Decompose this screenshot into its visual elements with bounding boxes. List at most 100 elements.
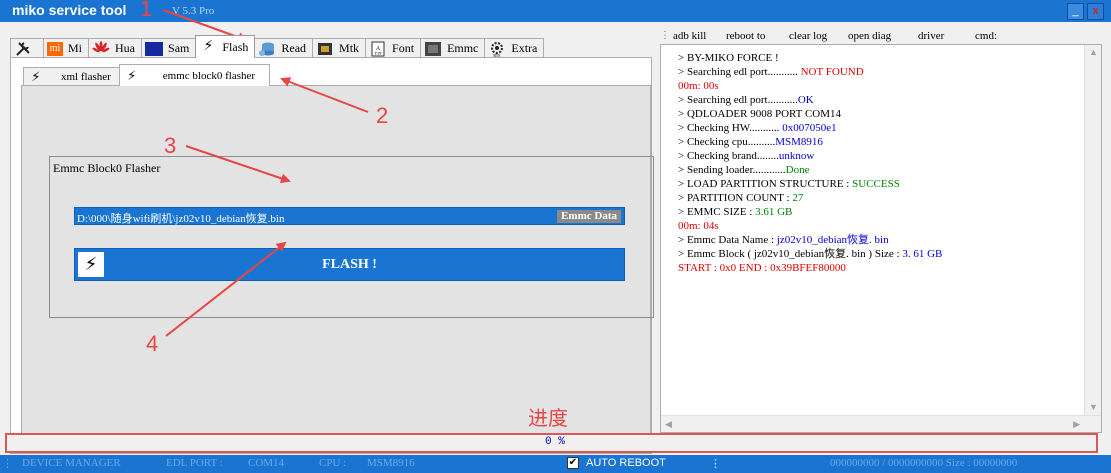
app-title: miko service tool xyxy=(12,2,127,18)
lightning-icon: ⚡︎ xyxy=(127,67,137,83)
transfer-size-text: 000000000 / 0000000000 Size : 00000000 xyxy=(830,457,1018,469)
log-line: > Searching edl port...........OK xyxy=(678,93,1078,107)
tab-extra[interactable]: RTE Extra xyxy=(484,38,545,58)
annotation-number-4: 4 xyxy=(146,331,159,356)
cmd-button[interactable]: cmd: xyxy=(975,30,997,42)
log-segment: > PARTITION COUNT : xyxy=(678,192,793,204)
lightning-icon: ⚡︎ xyxy=(203,39,214,54)
log-line: > LOAD PARTITION STRUCTURE : SUCCESS xyxy=(678,177,1078,191)
vertical-scrollbar[interactable]: ▲ ▼ xyxy=(1084,45,1101,432)
lightning-icon: ⚡︎ xyxy=(31,69,41,84)
title-bar: miko service tool V 5.3 Pro _ x xyxy=(0,0,1111,22)
tab-label: Extra xyxy=(511,41,538,55)
tab-label: Sam xyxy=(168,41,190,55)
app-version: V 5.3 Pro xyxy=(172,5,215,17)
emmc-block0-panel: Emmc Block0 Flasher D:\000\随身wifi刷机\jz02… xyxy=(21,85,654,452)
device-manager-link[interactable]: DEVICE MANAGER xyxy=(22,457,121,469)
flash-tab-panel: ⚡︎ xml flasher ⚡︎ emmc block0 flasher Em… xyxy=(10,57,654,454)
log-segment: 0x007050e1 xyxy=(782,122,837,134)
tab-label: Mtk xyxy=(339,41,360,55)
status-bar: ⋮ DEVICE MANAGER EDL PORT : COM14 CPU : … xyxy=(0,455,1111,473)
auto-reboot-checkbox[interactable]: ✔ xyxy=(567,457,579,469)
scroll-down-icon[interactable]: ▼ xyxy=(1089,403,1098,412)
log-segment: 3.61 GB xyxy=(755,206,793,218)
horizontal-scrollbar[interactable]: ◀ ▶ xyxy=(661,415,1101,432)
log-segment: Done xyxy=(785,164,810,176)
log-segment: SUCCESS xyxy=(852,178,900,190)
log-line: 00m: 00s xyxy=(678,79,1078,93)
log-segment: MSM8916 xyxy=(775,136,823,148)
open-diag-button[interactable]: open diag xyxy=(848,30,891,42)
gear-rte-icon: RTE xyxy=(488,41,506,58)
tab-tools[interactable] xyxy=(10,38,44,58)
log-segment: > Sending loader............ xyxy=(678,164,786,176)
log-line: > Checking HW........... 0x007050e1 xyxy=(678,121,1078,135)
log-segment: NOT FOUND xyxy=(800,66,864,78)
minimize-button[interactable]: _ xyxy=(1067,3,1084,20)
tab-emmc[interactable]: Emmc xyxy=(420,38,486,58)
edl-port-value: COM14 xyxy=(248,457,285,469)
adb-kill-button[interactable]: adb kill xyxy=(673,30,706,42)
chip-icon xyxy=(316,41,334,57)
huawei-logo-icon xyxy=(92,40,110,57)
reboot-to-button[interactable]: reboot to xyxy=(726,30,765,42)
log-segment: > Checking cpu.......... xyxy=(678,136,776,148)
group-title: Emmc Block0 Flasher xyxy=(53,161,161,175)
edl-port-label: EDL PORT : xyxy=(166,457,223,469)
log-segment: > Checking HW........... xyxy=(678,122,783,134)
log-segment: > Checking brand........ xyxy=(678,150,779,162)
log-line: START : 0x0 END : 0x39BFEF80000 xyxy=(678,261,1078,275)
tab-read[interactable]: Read xyxy=(254,38,314,58)
tab-font[interactable]: A TTF Font xyxy=(365,38,422,58)
driver-button[interactable]: driver xyxy=(918,30,944,42)
tab-mtk[interactable]: Mtk xyxy=(312,38,367,58)
log-segment: 00m: 04s xyxy=(678,220,719,232)
clear-log-button[interactable]: clear log xyxy=(789,30,827,42)
log-line: 00m: 04s xyxy=(678,219,1078,233)
emmc-data-button[interactable]: Emmc Data xyxy=(557,210,621,223)
progress-bar: 0 % xyxy=(5,433,1098,453)
annotation-number-3: 3 xyxy=(164,133,177,158)
log-line: > Sending loader............Done xyxy=(678,163,1078,177)
log-line: > QDLOADER 9008 PORT COM14 xyxy=(678,107,1078,121)
flash-button-label: FLASH ! xyxy=(322,257,377,272)
annotation-number-2: 2 xyxy=(376,103,389,128)
log-output[interactable]: > BY-MIKO FORCE ! > Searching edl port..… xyxy=(660,44,1102,433)
flash-button[interactable]: ⚡︎ FLASH ! xyxy=(74,248,625,281)
log-segment: > EMMC SIZE : xyxy=(678,206,756,218)
log-line: > Searching edl port........... NOT FOUN… xyxy=(678,65,1078,79)
tab-mi[interactable]: mi Mi xyxy=(43,38,90,58)
log-segment: > Emmc Data Name : xyxy=(678,234,777,246)
main-tab-bar: mi Mi Hua Sam ⚡︎ Flash Read Mtk A TTF Fo… xyxy=(10,35,545,58)
progress-percent: 0 % xyxy=(545,436,565,448)
log-segment: > BY-MIKO FORCE ! xyxy=(678,52,779,64)
xiaomi-logo-icon: mi xyxy=(47,41,63,56)
tab-label: Emmc xyxy=(447,41,479,55)
tab-xml-flasher[interactable]: ⚡︎ xml flasher xyxy=(23,67,120,86)
file-path-field[interactable]: D:\000\随身wifi刷机\jz02v10_debian恢复.bin Emm… xyxy=(74,207,625,225)
scroll-left-icon[interactable]: ◀ xyxy=(665,420,672,429)
log-line: > PARTITION COUNT : 27 xyxy=(678,191,1078,205)
log-line: > Emmc Block ( jz02v10_debian恢复. bin ) S… xyxy=(678,247,1078,261)
svg-text:RTE: RTE xyxy=(494,53,502,57)
tab-samsung[interactable]: Sam xyxy=(141,38,197,58)
progress-annotation-label: 进度 xyxy=(528,408,568,430)
tab-label: Mi xyxy=(68,41,83,55)
tab-label: xml flasher xyxy=(61,71,111,83)
log-segment: > QDLOADER 9008 PORT COM14 xyxy=(678,108,842,120)
log-segment: > Searching edl port........... xyxy=(678,94,798,106)
tab-label: Font xyxy=(392,41,415,55)
log-segment: > Emmc Block ( jz02v10_debian恢复. bin ) S… xyxy=(678,248,903,260)
tab-emmc-block0-flasher[interactable]: ⚡︎ emmc block0 flasher xyxy=(118,64,271,86)
log-segment: > Searching edl port........... xyxy=(678,66,801,78)
scroll-right-icon[interactable]: ▶ xyxy=(1073,420,1080,429)
log-segment: unknow xyxy=(778,150,815,162)
tab-label: emmc block0 flasher xyxy=(162,69,256,82)
tab-label: Read xyxy=(281,41,307,55)
close-button[interactable]: x xyxy=(1087,3,1104,20)
tab-flash[interactable]: ⚡︎ Flash xyxy=(195,35,256,58)
tab-huawei[interactable]: Hua xyxy=(88,38,143,58)
emmc-block0-groupbox: Emmc Block0 Flasher D:\000\随身wifi刷机\jz02… xyxy=(49,156,654,318)
scroll-up-icon[interactable]: ▲ xyxy=(1089,48,1098,57)
cpu-label: CPU : xyxy=(319,457,347,469)
